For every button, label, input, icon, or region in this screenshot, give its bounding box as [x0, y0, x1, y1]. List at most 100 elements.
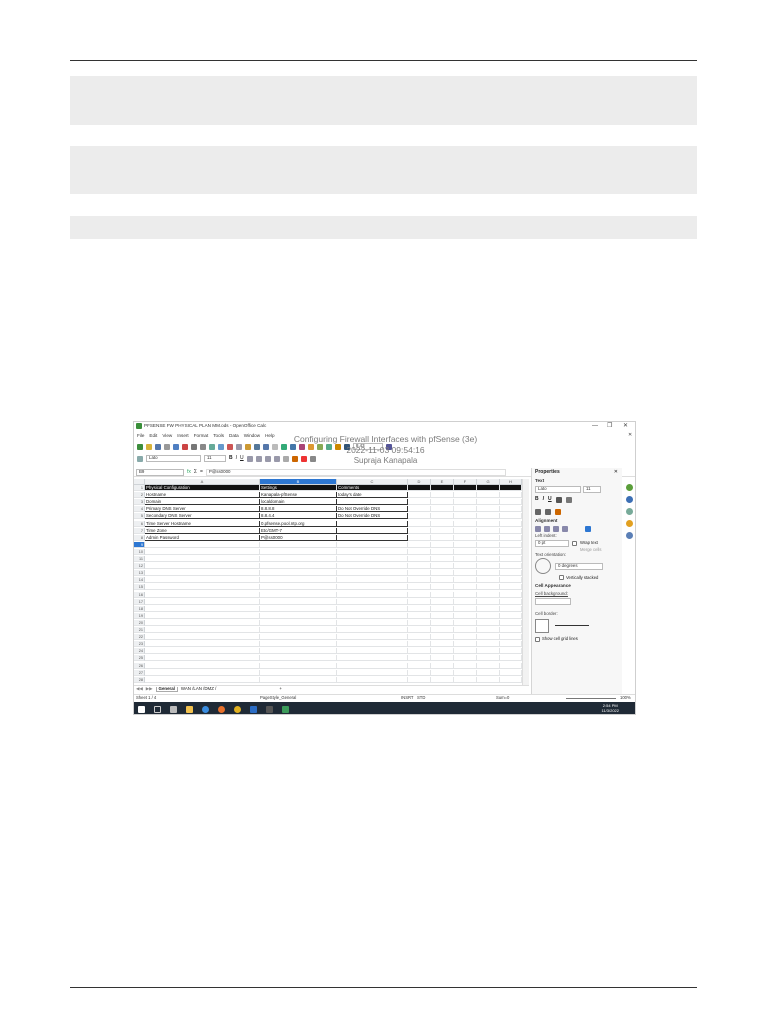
- row-header[interactable]: 26: [134, 662, 145, 669]
- table-cell[interactable]: [408, 676, 431, 683]
- row-header[interactable]: 3: [134, 499, 145, 506]
- table-cell[interactable]: [260, 662, 337, 669]
- table-cell[interactable]: [431, 655, 454, 662]
- close-icon[interactable]: ✕: [623, 423, 628, 429]
- table-cell[interactable]: [500, 669, 522, 676]
- properties-deck-icon[interactable]: [626, 484, 633, 491]
- table-cell[interactable]: [500, 563, 522, 570]
- table-cell[interactable]: Comments: [337, 485, 408, 491]
- table-cell[interactable]: [408, 634, 431, 641]
- table-cell[interactable]: Physical Configuration: [145, 485, 260, 491]
- table-cell[interactable]: [408, 570, 431, 577]
- table-cell[interactable]: [408, 499, 431, 506]
- table-cell[interactable]: [260, 648, 337, 655]
- table-cell[interactable]: [500, 598, 522, 605]
- add-sheet-button[interactable]: +: [279, 686, 282, 691]
- table-cell[interactable]: [145, 676, 260, 683]
- table-cell[interactable]: [454, 548, 477, 555]
- table-cell[interactable]: [431, 563, 454, 570]
- row-header[interactable]: 25: [134, 655, 145, 662]
- line-style-picker[interactable]: [555, 625, 589, 627]
- table-cell[interactable]: [408, 527, 431, 534]
- sidebar-bold-button[interactable]: B: [535, 496, 539, 503]
- styles-deck-icon[interactable]: [626, 496, 633, 503]
- table-cell[interactable]: [337, 662, 408, 669]
- table-cell[interactable]: [408, 520, 431, 527]
- table-cell[interactable]: [337, 534, 408, 541]
- table-cell[interactable]: [431, 485, 454, 491]
- table-cell[interactable]: [477, 584, 500, 591]
- table-cell[interactable]: Domain: [145, 499, 260, 506]
- table-cell[interactable]: [477, 648, 500, 655]
- table-cell[interactable]: [337, 612, 408, 619]
- minimize-icon[interactable]: —: [592, 423, 598, 429]
- table-cell[interactable]: [408, 485, 431, 491]
- sidebar-section-alignment[interactable]: Alignment: [532, 517, 622, 526]
- table-cell[interactable]: [500, 634, 522, 641]
- name-box[interactable]: B9: [136, 468, 184, 476]
- table-cell[interactable]: [454, 527, 477, 534]
- chrome-icon[interactable]: [234, 705, 241, 713]
- table-cell[interactable]: [454, 662, 477, 669]
- table-cell[interactable]: [431, 499, 454, 506]
- table-cell[interactable]: Kanapala-pfSense: [260, 492, 337, 499]
- table-cell[interactable]: [260, 577, 337, 584]
- row-header[interactable]: 22: [134, 634, 145, 641]
- taskbar-clock[interactable]: 2:54 PM 11/3/2022: [602, 703, 620, 713]
- table-cell[interactable]: [431, 506, 454, 513]
- table-cell[interactable]: [500, 584, 522, 591]
- table-cell[interactable]: [454, 605, 477, 612]
- table-cell[interactable]: [408, 534, 431, 541]
- table-cell[interactable]: Time Zone: [145, 527, 260, 534]
- row-header[interactable]: 16: [134, 591, 145, 598]
- table-cell[interactable]: Settings: [260, 485, 337, 491]
- table-cell[interactable]: [454, 556, 477, 562]
- table-cell[interactable]: [260, 655, 337, 662]
- table-cell[interactable]: [454, 534, 477, 541]
- table-cell[interactable]: [431, 669, 454, 676]
- cell-border-picker[interactable]: [535, 618, 549, 633]
- row-header[interactable]: 14: [134, 577, 145, 584]
- table-cell[interactable]: [431, 527, 454, 534]
- table-cell[interactable]: [431, 556, 454, 562]
- table-cell[interactable]: [145, 584, 260, 591]
- sidebar-align-center-icon[interactable]: [544, 526, 550, 533]
- table-cell[interactable]: [337, 499, 408, 506]
- table-cell[interactable]: Do Not Override DNS: [337, 513, 408, 520]
- table-cell[interactable]: [145, 541, 260, 548]
- table-cell[interactable]: Time Server Hostname: [145, 520, 260, 527]
- table-cell[interactable]: [260, 570, 337, 577]
- vertically-stacked-checkbox[interactable]: [559, 575, 564, 581]
- table-cell[interactable]: [408, 577, 431, 584]
- table-cell[interactable]: [500, 641, 522, 648]
- table-cell[interactable]: [408, 655, 431, 662]
- table-cell[interactable]: [260, 584, 337, 591]
- search-icon[interactable]: [154, 705, 161, 713]
- function-wizard-icon[interactable]: fx: [187, 469, 191, 475]
- table-cell[interactable]: [431, 548, 454, 555]
- table-cell[interactable]: localdomain: [260, 499, 337, 506]
- table-cell[interactable]: [408, 669, 431, 676]
- table-cell[interactable]: [260, 634, 337, 641]
- table-cell[interactable]: [408, 506, 431, 513]
- row-header[interactable]: 11: [134, 556, 145, 562]
- table-cell[interactable]: [260, 598, 337, 605]
- table-cell[interactable]: [454, 676, 477, 683]
- row-header[interactable]: 27: [134, 669, 145, 676]
- table-cell[interactable]: [431, 662, 454, 669]
- table-cell[interactable]: [337, 541, 408, 548]
- sidebar-section-cell-appearance[interactable]: Cell Appearance: [532, 582, 622, 591]
- table-cell[interactable]: [337, 619, 408, 626]
- table-cell[interactable]: [477, 520, 500, 527]
- table-cell[interactable]: [454, 506, 477, 513]
- table-cell[interactable]: [477, 492, 500, 499]
- table-cell[interactable]: [408, 648, 431, 655]
- table-cell[interactable]: [477, 655, 500, 662]
- table-cell[interactable]: [337, 634, 408, 641]
- firefox-icon[interactable]: [218, 705, 225, 713]
- table-cell[interactable]: [477, 598, 500, 605]
- table-cell[interactable]: [477, 676, 500, 683]
- table-cell[interactable]: [454, 577, 477, 584]
- table-cell[interactable]: [337, 627, 408, 633]
- table-cell[interactable]: [477, 619, 500, 626]
